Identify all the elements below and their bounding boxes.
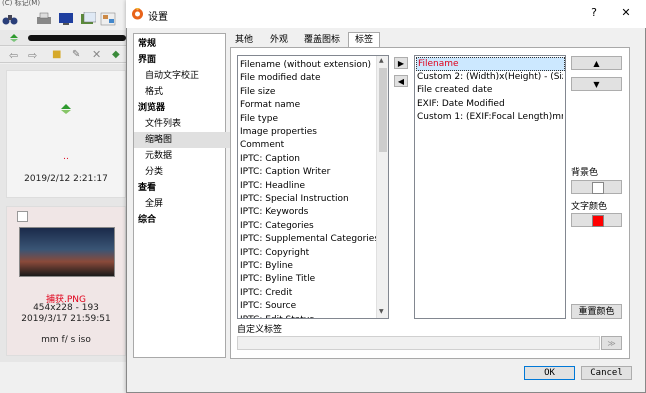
- printer-icon[interactable]: [36, 12, 52, 26]
- available-field-item[interactable]: IPTC: Categories: [240, 220, 314, 233]
- available-field-item[interactable]: Filename (without extension): [240, 59, 371, 72]
- dialog-titlebar[interactable]: [126, 0, 646, 28]
- thumbnail-card[interactable]: [6, 206, 126, 356]
- close-button[interactable]: ✕: [614, 4, 638, 22]
- scroll-down-arrow-icon[interactable]: ▼: [379, 308, 384, 315]
- selected-field-item[interactable]: Custom 2: (Width)x(Height) - (Size K: [417, 71, 563, 84]
- vertical-scrollbar[interactable]: ▲ ▼: [376, 56, 388, 318]
- settings-nav-tree: 常规 界面 自动文字校正 格式 浏览器 文件列表 缩略图 元数据 分类 查看 全…: [133, 33, 236, 358]
- available-field-item[interactable]: Image properties: [240, 126, 317, 139]
- tab-overlay-icons[interactable]: 覆盖图标: [300, 33, 344, 47]
- background-menu-bar: (C) 标记(M): [2, 0, 41, 7]
- text-color-swatch: [592, 215, 604, 227]
- custom-label-input[interactable]: [237, 336, 600, 350]
- selected-fields-list[interactable]: Filename Custom 2: (Width)x(Height) - (Si…: [414, 55, 566, 319]
- background-toolbar: [0, 8, 130, 30]
- address-text-redacted: [28, 35, 126, 41]
- available-field-item[interactable]: IPTC: Caption: [240, 153, 300, 166]
- thumbnail-size: 454x228 - 193: [33, 303, 99, 313]
- text-color-label: 文字颜色: [571, 202, 608, 212]
- refresh-icon: [61, 104, 71, 114]
- thumbnail-date: 2019/3/17 21:59:51: [21, 314, 111, 324]
- available-field-item[interactable]: File size: [240, 86, 275, 99]
- available-field-item[interactable]: IPTC: Credit: [240, 287, 292, 300]
- forward-arrow-icon[interactable]: ⇨: [28, 49, 37, 62]
- available-field-item[interactable]: Format name: [240, 99, 300, 112]
- nav-item-browser[interactable]: 浏览器: [134, 100, 229, 116]
- scroll-up-arrow-icon[interactable]: ▲: [379, 57, 384, 64]
- available-field-item[interactable]: IPTC: Byline Title: [240, 273, 315, 286]
- selected-field-item[interactable]: Custom 1: (EXIF:Focal Length)mm f/(: [417, 111, 563, 124]
- available-fields-list[interactable]: Filename (without extension) File modifie…: [237, 55, 389, 319]
- available-field-item[interactable]: IPTC: Byline: [240, 260, 293, 273]
- nav-item-file-list[interactable]: 文件列表: [134, 116, 236, 132]
- available-field-item[interactable]: IPTC: Caption Writer: [240, 166, 330, 179]
- remove-field-button[interactable]: ◀: [394, 75, 408, 87]
- background-color-swatch: [592, 182, 604, 194]
- background-address-bar: [0, 30, 130, 46]
- available-field-item[interactable]: IPTC: Edit Status: [240, 314, 314, 318]
- monitor-icon[interactable]: [58, 12, 74, 26]
- available-field-item[interactable]: IPTC: Supplemental Categories: [240, 233, 379, 246]
- help-button[interactable]: ?: [582, 4, 606, 22]
- nav-item-thumbnails[interactable]: 缩略图: [134, 132, 236, 148]
- thumbnail-checkbox[interactable]: [17, 211, 28, 222]
- custom-label-caption: 自定义标签: [237, 325, 283, 335]
- binoculars-icon[interactable]: [2, 12, 18, 26]
- thumbnail-dots: ..: [63, 152, 69, 162]
- nav-item-general[interactable]: 常规: [134, 36, 229, 52]
- app-logo-icon: [132, 8, 143, 20]
- available-field-item[interactable]: IPTC: Source: [240, 300, 296, 313]
- thumbnail-date: 2019/2/12 2:21:17: [24, 174, 108, 184]
- move-up-button[interactable]: ▲: [571, 56, 622, 70]
- nav-item-auto-text-correction[interactable]: 自动文字校正: [134, 68, 236, 84]
- available-field-item[interactable]: IPTC: Keywords: [240, 206, 308, 219]
- tab-bar: 其他 外观 覆盖图标 标签: [230, 32, 630, 49]
- gallery-icon[interactable]: [100, 12, 116, 26]
- back-arrow-icon[interactable]: ⇦: [9, 49, 18, 62]
- cancel-button[interactable]: Cancel: [581, 366, 632, 380]
- available-field-item[interactable]: IPTC: Headline: [240, 180, 305, 193]
- reset-colors-button[interactable]: 重置颜色: [571, 304, 622, 319]
- nav-item-metadata[interactable]: 元数据: [134, 148, 236, 164]
- available-field-item[interactable]: Comment: [240, 139, 284, 152]
- custom-label-add-button[interactable]: ≫: [601, 336, 622, 350]
- selected-field-item[interactable]: EXIF: Date Modified: [417, 98, 563, 111]
- thumbnail-image: [19, 227, 115, 277]
- available-field-item[interactable]: File type: [240, 113, 278, 126]
- green-action-icon[interactable]: ◆: [112, 49, 120, 60]
- nav-item-general-misc[interactable]: 综合: [134, 212, 229, 228]
- nav-item-interface[interactable]: 界面: [134, 52, 229, 68]
- selected-field-item[interactable]: File created date: [417, 84, 563, 97]
- scrollbar-thumb[interactable]: [379, 68, 387, 152]
- folder-icon[interactable]: ■: [52, 49, 61, 60]
- nav-item-fullscreen[interactable]: 全屏: [134, 196, 236, 212]
- background-color-picker[interactable]: [571, 180, 622, 194]
- thumbnail-exif: mm f/ s iso: [41, 335, 91, 345]
- nav-item-view[interactable]: 查看: [134, 180, 229, 196]
- slideshow-icon[interactable]: [80, 12, 96, 26]
- tab-appearance[interactable]: 外观: [264, 33, 294, 47]
- background-color-label: 背景色: [571, 168, 599, 178]
- ok-button[interactable]: OK: [524, 366, 575, 380]
- nav-item-format[interactable]: 格式: [134, 84, 236, 100]
- nav-item-categories[interactable]: 分类: [134, 164, 236, 180]
- background-nav-toolbar: ⇦ ⇨ ■ ✎ ✕ ◆: [0, 47, 130, 63]
- text-color-picker[interactable]: [571, 213, 622, 227]
- delete-icon[interactable]: ✕: [92, 48, 101, 61]
- available-field-item[interactable]: IPTC: Special Instruction: [240, 193, 349, 206]
- refresh-icon[interactable]: [8, 33, 20, 43]
- selected-field-item[interactable]: Filename: [416, 57, 565, 71]
- dialog-title: 设置: [148, 12, 168, 23]
- tab-other[interactable]: 其他: [230, 33, 258, 47]
- move-down-button[interactable]: ▼: [571, 77, 622, 91]
- edit-icon[interactable]: ✎: [72, 49, 80, 60]
- add-field-button[interactable]: ▶: [394, 57, 408, 69]
- available-field-item[interactable]: IPTC: Copyright: [240, 247, 309, 260]
- available-field-item[interactable]: File modified date: [240, 72, 320, 85]
